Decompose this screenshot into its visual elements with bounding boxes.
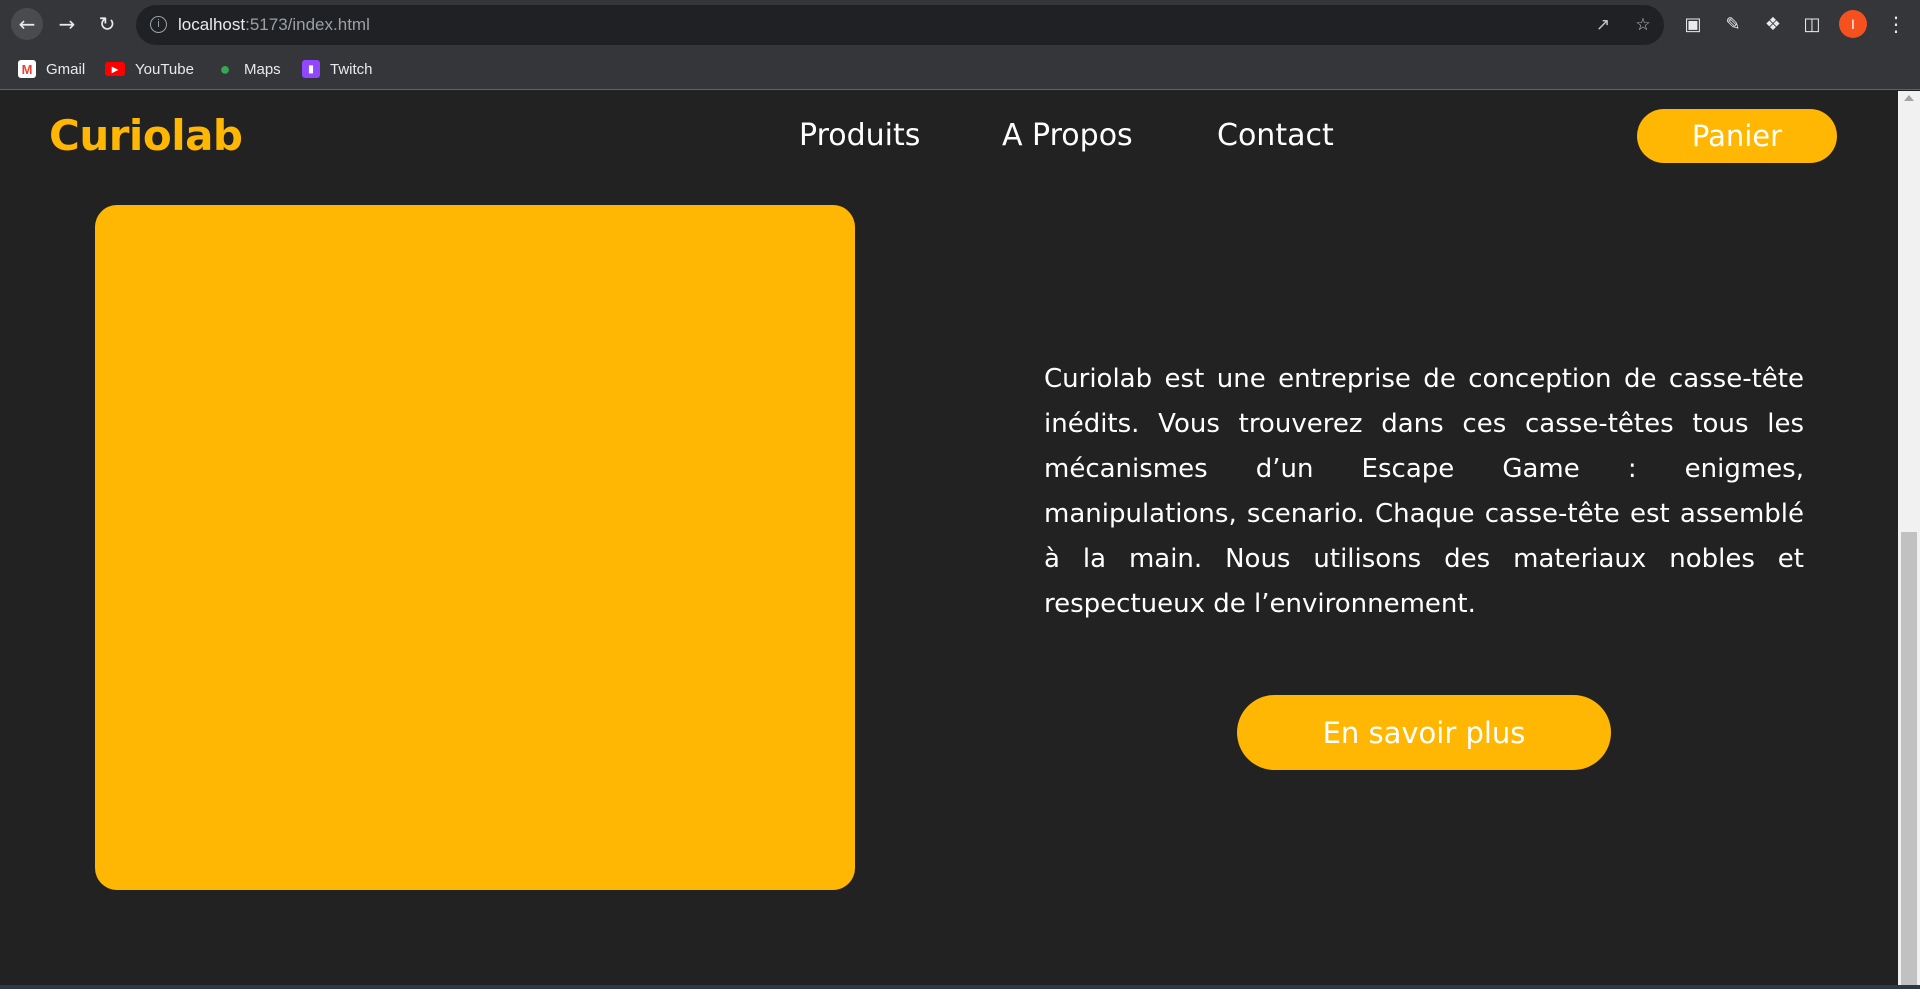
eyedropper-icon[interactable]: ✎	[1721, 13, 1745, 37]
scroll-up-arrow-icon[interactable]	[1904, 95, 1914, 101]
reload-icon[interactable]: ↻	[91, 8, 123, 40]
bottom-edge	[0, 985, 1920, 989]
address-bar[interactable]: i localhost:5173/index.html ↗ ☆	[136, 5, 1664, 45]
site-logo[interactable]: Curiolab	[49, 111, 243, 160]
page-viewport: Curiolab Produits A Propos Contact Panie…	[0, 91, 1898, 985]
learn-more-button[interactable]: En savoir plus	[1237, 695, 1611, 770]
cart-button[interactable]: Panier	[1637, 109, 1837, 163]
bookmark-gmail[interactable]: M Gmail	[18, 57, 85, 81]
url-path: :5173/index.html	[245, 15, 370, 34]
bookmark-label: Gmail	[46, 60, 86, 78]
browser-toolbar: ← → ↻ i localhost:5173/index.html ↗ ☆ ▣ …	[0, 0, 1920, 48]
nav-link-produits[interactable]: Produits	[799, 118, 920, 153]
bookmarks-bar: M Gmail ▶ YouTube ● Maps ▮ Twitch	[0, 48, 1920, 90]
scrollbar[interactable]	[1898, 91, 1920, 985]
bookmark-maps[interactable]: ● Maps	[216, 57, 281, 81]
nav-link-contact[interactable]: Contact	[1217, 118, 1334, 153]
bookmark-youtube[interactable]: ▶ YouTube	[105, 57, 194, 81]
bookmark-label: YouTube	[135, 60, 194, 78]
bookmark-label: Maps	[244, 60, 281, 78]
url-text[interactable]: localhost:5173/index.html	[178, 15, 370, 35]
back-icon[interactable]: ←	[11, 8, 43, 40]
maps-icon: ●	[219, 58, 231, 79]
bookmark-star-icon[interactable]: ☆	[1632, 14, 1654, 36]
scrollbar-thumb[interactable]	[1901, 532, 1917, 985]
youtube-icon: ▶	[105, 62, 125, 76]
side-panel-icon[interactable]: ◫	[1800, 13, 1824, 37]
site-info-icon[interactable]: i	[150, 16, 167, 33]
bookmark-twitch[interactable]: ▮ Twitch	[302, 57, 373, 81]
url-host: localhost	[178, 15, 246, 34]
about-paragraph: Curiolab est une entreprise de conceptio…	[1044, 364, 1804, 619]
site-header: Curiolab Produits A Propos Contact Panie…	[0, 91, 1898, 181]
puzzle-icon[interactable]: ❖	[1761, 13, 1785, 37]
extension-icon[interactable]: ▣	[1681, 13, 1705, 37]
hero-image-placeholder	[95, 205, 855, 890]
bookmark-label: Twitch	[330, 60, 373, 78]
share-icon[interactable]: ↗	[1592, 14, 1614, 36]
gmail-icon: M	[18, 60, 36, 78]
twitch-icon: ▮	[302, 60, 320, 78]
nav-link-a-propos[interactable]: A Propos	[1002, 118, 1133, 153]
forward-icon[interactable]: →	[51, 8, 83, 40]
profile-avatar[interactable]: I	[1839, 10, 1867, 38]
menu-icon[interactable]: ⋮	[1884, 12, 1908, 36]
